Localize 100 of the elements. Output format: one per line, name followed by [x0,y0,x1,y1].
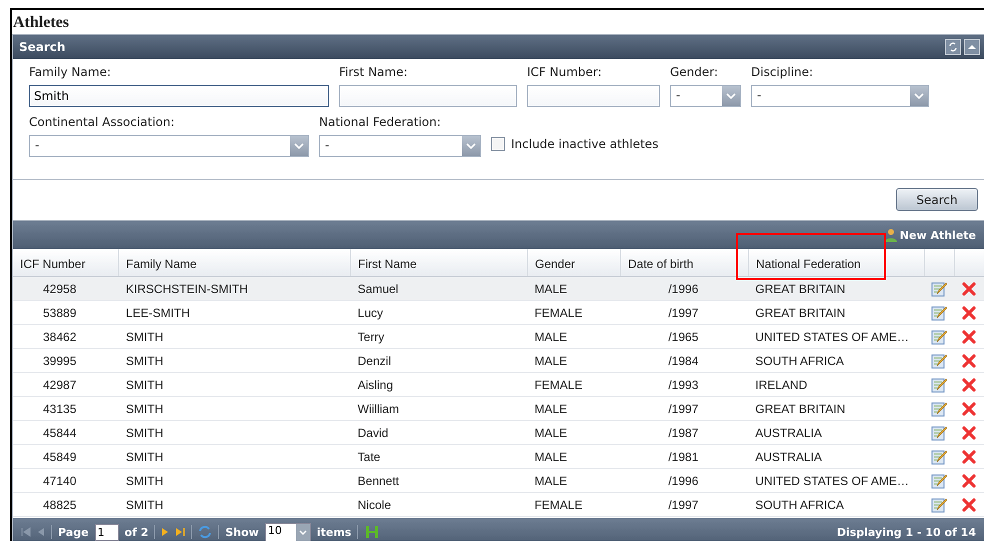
dropdown-field[interactable]: - [319,135,481,157]
dropdown-field[interactable]: - [670,85,741,107]
table-cell-text: Bennett [356,474,400,488]
table-cell-text: SOUTH AFRICA [754,354,845,368]
collapse-icon[interactable] [964,39,980,55]
last-page-icon[interactable] [175,527,186,537]
text-field[interactable]: Smith [29,85,329,107]
field-label: First Name: [339,65,408,81]
table-cell-text: AUSTRALIA [754,450,823,464]
table-cell-text: /1997 [667,498,700,512]
table-cell-text: SMITH [124,330,164,344]
edit-icon[interactable] [931,400,948,416]
page-label: Page [58,526,89,538]
delete-icon[interactable] [962,474,976,488]
edit-icon[interactable] [931,376,948,392]
table-cell-text: SMITH [124,378,164,392]
column-header[interactable]: Gender [528,249,621,276]
table-cell-text: 38462 [42,330,78,344]
text-field[interactable] [339,85,517,107]
delete-icon[interactable] [962,306,976,320]
checkbox[interactable] [491,137,505,151]
table-cell-text: GREAT BRITAIN [754,402,846,416]
table-cell-text: IRELAND [754,378,808,392]
table-cell-text: 43135 [42,402,78,416]
edit-icon[interactable] [931,448,948,464]
page-size-dropdown[interactable]: 10 [264,522,311,541]
table-cell-text: SMITH [124,450,164,464]
column-header[interactable]: First Name [351,249,528,276]
table-cell-text: MALE [533,354,568,368]
new-athlete-button[interactable]: New Athlete [884,228,976,242]
table-cell-text: /1981 [667,450,700,464]
table-cell-text: MALE [533,402,568,416]
field-label: Continental Association: [29,115,175,131]
edit-icon[interactable] [931,472,948,488]
dropdown-field[interactable]: - [751,85,929,107]
column-header[interactable]: National Federation [749,249,925,276]
delete-icon[interactable] [962,378,976,392]
table-cell-text: SMITH [124,474,164,488]
table-cell-text: MALE [533,474,568,488]
table-cell-text: FEMALE [533,378,584,392]
table-cell-text: MALE [533,330,568,344]
checkbox-label: Include inactive athletes [511,137,658,151]
table-cell-text: UNITED STATES OF AME… [754,474,910,488]
field-label: Family Name: [29,65,111,81]
table-cell-text: 47140 [42,474,78,488]
table-cell-text: Wiilliam [356,402,400,416]
table-cell-text: 48825 [42,498,78,512]
table-cell-text: Terry [356,330,386,344]
delete-icon[interactable] [962,450,976,464]
table-cell-text: 45849 [42,450,78,464]
table-cell-text: /1996 [667,474,700,488]
table-cell-text: /1996 [667,282,700,296]
delete-icon[interactable] [962,402,976,416]
table-cell-text: Nicole [356,498,392,512]
edit-icon[interactable] [931,328,948,344]
table-cell-text: 53889 [42,306,78,320]
delete-icon[interactable] [962,330,976,344]
table-cell-text: Aisling [356,378,394,392]
delete-icon[interactable] [962,426,976,440]
page-count: of 2 [124,526,148,538]
search-button[interactable]: Search [896,188,978,211]
column-header[interactable]: Date of birth [621,249,749,276]
table-cell-text: SOUTH AFRICA [754,498,845,512]
export-icon[interactable] [364,524,380,540]
column-header[interactable]: ICF Number [13,249,119,276]
delete-icon[interactable] [962,354,976,368]
delete-icon[interactable] [962,498,976,512]
next-page-icon[interactable] [161,527,170,537]
field-label: National Federation: [319,115,441,131]
table-cell-text: MALE [533,282,568,296]
edit-icon[interactable] [931,280,948,296]
table-cell-text: Denzil [356,354,392,368]
show-label: Show [225,526,259,538]
table-cell-text: SMITH [124,498,164,512]
table-cell-text: Lucy [356,306,384,320]
field-label: Gender: [670,65,718,81]
table-cell-text: AUSTRALIA [754,426,823,440]
dropdown-field[interactable]: - [29,135,309,157]
table-cell-text: GREAT BRITAIN [754,306,846,320]
edit-icon[interactable] [931,304,948,320]
edit-icon[interactable] [931,424,948,440]
table-cell-text: Tate [356,450,382,464]
table-cell-text: GREAT BRITAIN [754,282,846,296]
field-label: ICF Number: [527,65,602,81]
column-header[interactable]: Family Name [119,249,351,276]
table-cell-text: /1987 [667,426,700,440]
edit-icon[interactable] [931,496,948,512]
table-cell-text: 45844 [42,426,78,440]
table-cell-text: UNITED STATES OF AME… [754,330,910,344]
table-cell-text: SMITH [124,402,164,416]
table-cell-text: LEE-SMITH [124,306,191,320]
refresh-icon[interactable] [945,39,961,55]
delete-icon[interactable] [962,282,976,296]
table-cell-text: /1993 [667,378,700,392]
person-icon [884,228,898,242]
table-cell-text: MALE [533,450,568,464]
text-field[interactable] [527,85,660,107]
panel-title: Search [19,40,66,54]
page-number-field[interactable]: 1 [94,524,119,540]
edit-icon[interactable] [931,352,948,368]
